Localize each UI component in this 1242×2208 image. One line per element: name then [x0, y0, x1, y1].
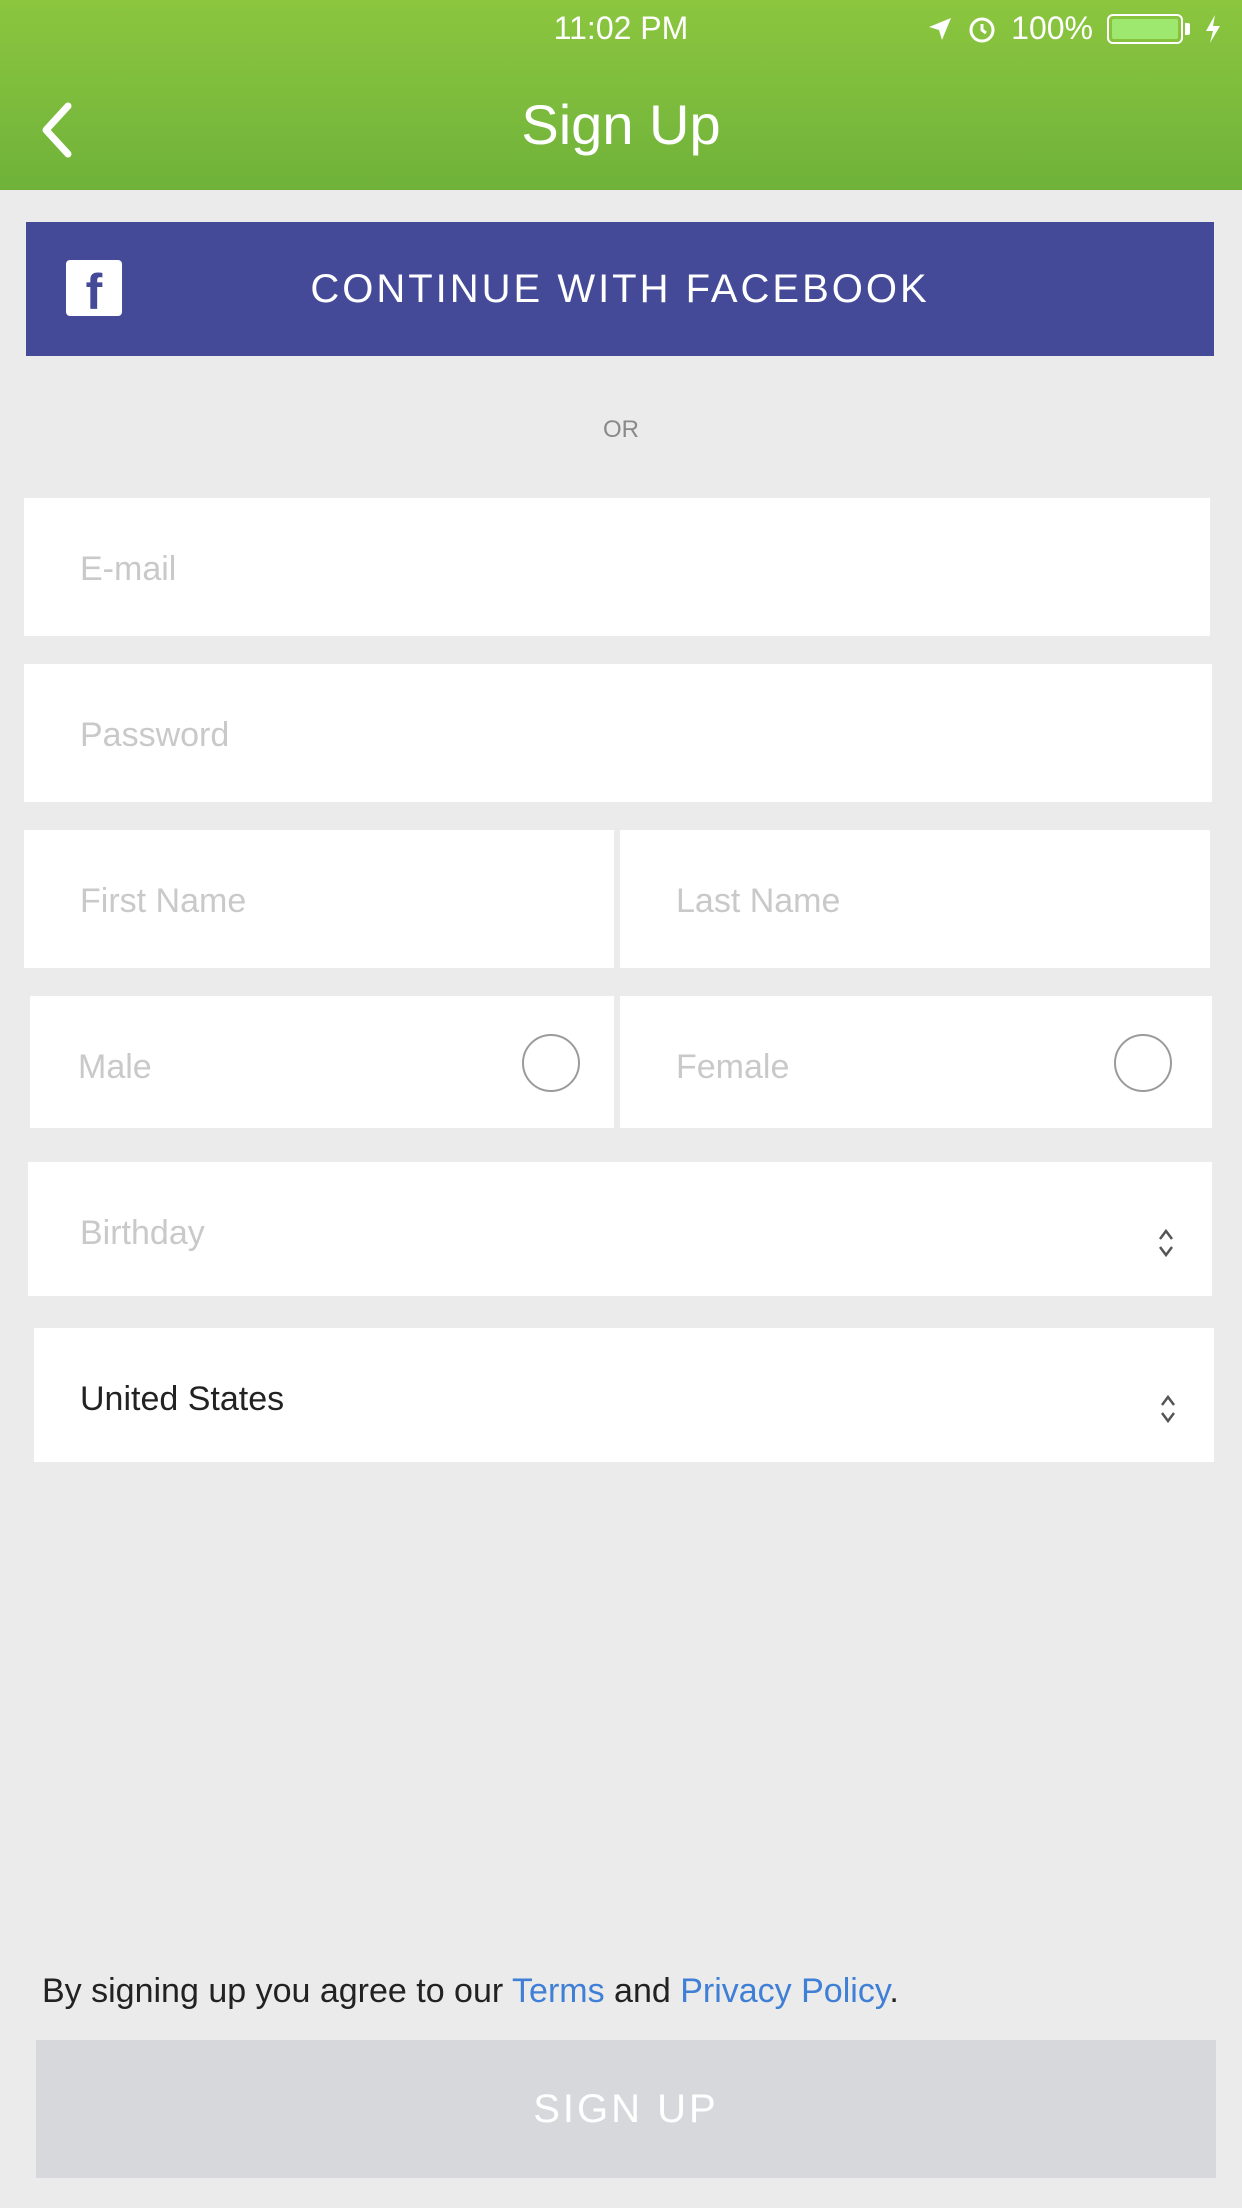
- sign-up-button[interactable]: SIGN UP: [36, 2040, 1216, 2178]
- updown-chevron-icon: [1161, 1394, 1175, 1424]
- or-divider: OR: [603, 416, 639, 443]
- first-name-placeholder: First Name: [80, 882, 247, 920]
- country-value: United States: [80, 1380, 285, 1418]
- last-name-placeholder: Last Name: [676, 882, 841, 920]
- password-field[interactable]: Password: [24, 664, 1212, 802]
- terms-link[interactable]: Terms: [512, 1972, 605, 2010]
- battery-percent: 100%: [1011, 10, 1093, 46]
- birthday-field[interactable]: Birthday: [28, 1162, 1212, 1296]
- password-placeholder: Password: [80, 716, 230, 754]
- birthday-placeholder: Birthday: [80, 1214, 205, 1252]
- facebook-button-label: CONTINUE WITH FACEBOOK: [310, 266, 930, 311]
- male-radio-icon[interactable]: [522, 1034, 580, 1092]
- terms-and: and: [604, 1972, 681, 2010]
- page-title: Sign Up: [521, 93, 721, 156]
- gender-female-option[interactable]: Female: [620, 996, 1212, 1128]
- facebook-icon: f: [66, 260, 122, 320]
- alarm-icon: [969, 17, 995, 42]
- terms-prefix: By signing up you agree to our: [42, 1972, 513, 2010]
- last-name-field[interactable]: Last Name: [620, 830, 1210, 968]
- first-name-field[interactable]: First Name: [24, 830, 614, 968]
- terms-text: By signing up you agree to our Terms and…: [42, 1972, 899, 2011]
- status-right: 100%: [927, 10, 1222, 47]
- country-select[interactable]: United States: [34, 1328, 1214, 1462]
- female-radio-icon[interactable]: [1114, 1034, 1172, 1092]
- charging-icon: [1206, 14, 1220, 43]
- location-icon: [929, 17, 952, 40]
- updown-chevron-icon: [1159, 1228, 1173, 1258]
- battery-icon: [1107, 13, 1183, 44]
- email-placeholder: E-mail: [80, 550, 177, 588]
- privacy-policy-link[interactable]: Privacy Policy: [680, 1972, 889, 2010]
- continue-with-facebook-button[interactable]: CONTINUE WITH FACEBOOK f: [26, 222, 1214, 356]
- status-bar: 11:02 PM 100%: [0, 0, 1242, 56]
- terms-period: .: [889, 1972, 899, 2010]
- male-label: Male: [78, 1048, 152, 1086]
- battery-tip: [1185, 22, 1190, 35]
- gender-male-option[interactable]: Male: [30, 996, 614, 1128]
- female-label: Female: [676, 1048, 790, 1086]
- email-field[interactable]: E-mail: [24, 498, 1210, 636]
